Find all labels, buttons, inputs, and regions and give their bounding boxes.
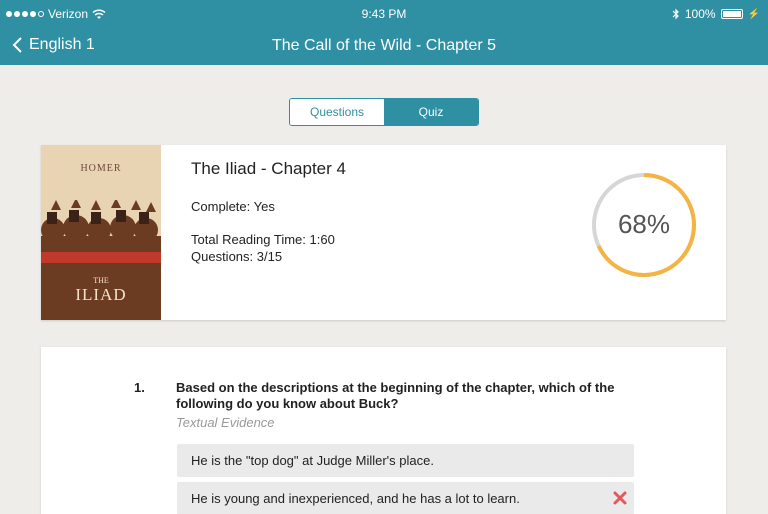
question-tag: Textual Evidence bbox=[176, 415, 275, 430]
answer-option-text: He is the "top dog" at Judge Miller's pl… bbox=[191, 453, 434, 468]
book-complete: Complete: Yes bbox=[191, 199, 275, 214]
question-text: Based on the descriptions at the beginni… bbox=[176, 380, 615, 411]
status-bar: Verizon 9:43 PM 100% ⚡ bbox=[0, 0, 768, 27]
progress-percent: 68% bbox=[617, 209, 671, 239]
book-cover: HOMER THE ILIAD bbox=[41, 145, 161, 320]
charging-icon: ⚡ bbox=[747, 8, 760, 20]
status-time: 9:43 PM bbox=[361, 7, 407, 21]
tab-quiz[interactable]: Quiz bbox=[384, 99, 478, 125]
status-right: 100% ⚡ bbox=[672, 7, 760, 21]
back-button-label: English 1 bbox=[29, 36, 95, 53]
view-segmented-control: Questions Quiz bbox=[289, 98, 479, 126]
progress-ring: 68% bbox=[591, 172, 697, 278]
page-title: The Call of the Wild - Chapter 5 bbox=[271, 37, 497, 54]
answer-option-2[interactable]: He is young and inexperienced, and he ha… bbox=[177, 482, 634, 514]
book-questions: Questions: 3/15 bbox=[191, 249, 283, 264]
quiz-card: 1. Based on the descriptions at the begi… bbox=[41, 347, 726, 514]
nav-bar: English 1 The Call of the Wild - Chapter… bbox=[0, 27, 768, 65]
tab-questions[interactable]: Questions bbox=[290, 99, 384, 125]
battery-percent: 100% bbox=[684, 7, 716, 21]
question-number: 1. bbox=[134, 380, 145, 395]
chevron-left-icon bbox=[12, 37, 22, 53]
incorrect-x-icon bbox=[613, 491, 627, 505]
bluetooth-icon bbox=[672, 8, 679, 20]
answer-option-1[interactable]: He is the "top dog" at Judge Miller's pl… bbox=[177, 444, 634, 477]
book-card[interactable]: HOMER THE ILIAD The Iliad - Chapter 4 Co… bbox=[41, 145, 726, 320]
battery-icon bbox=[720, 9, 743, 19]
cover-the: THE bbox=[93, 276, 109, 285]
book-title: The Iliad - Chapter 4 bbox=[191, 159, 346, 178]
cover-illustration bbox=[41, 200, 161, 263]
answer-option-text: He is young and inexperienced, and he ha… bbox=[191, 491, 520, 506]
back-button[interactable]: English 1 bbox=[12, 36, 95, 54]
book-reading-time: Total Reading Time: 1:60 bbox=[191, 232, 335, 247]
book-info: The Iliad - Chapter 4 Complete: Yes Tota… bbox=[191, 159, 346, 264]
cover-title: ILIAD bbox=[75, 285, 127, 304]
cover-author: HOMER bbox=[80, 163, 122, 174]
